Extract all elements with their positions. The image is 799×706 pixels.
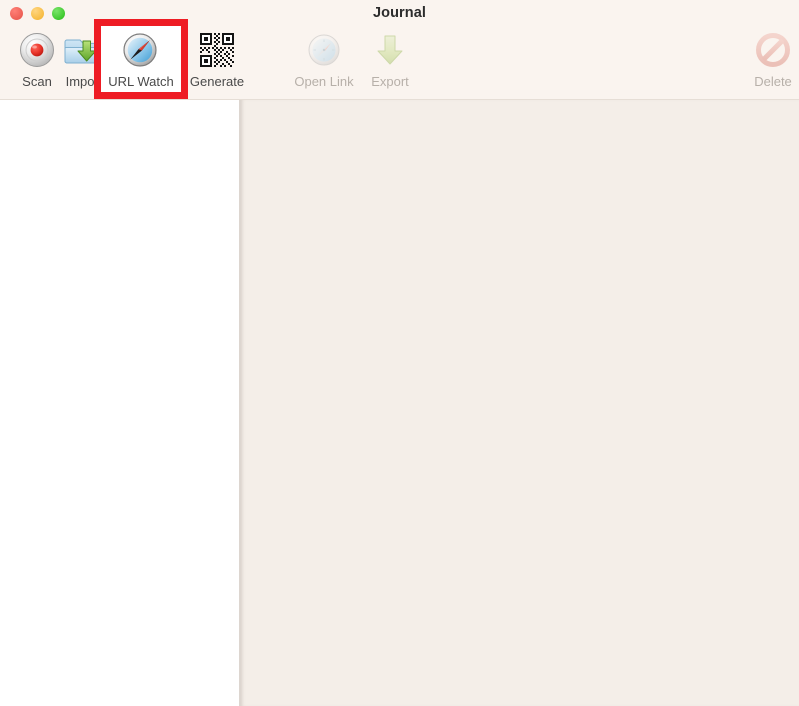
close-window-button[interactable] xyxy=(10,7,23,20)
toolbar-button-url-watch[interactable]: URL Watch xyxy=(101,26,181,96)
toolbar-label-export: Export xyxy=(371,74,409,89)
window-controls xyxy=(10,7,65,20)
toolbar-label-generate: Generate xyxy=(189,74,245,89)
toolbar-label-delete: Delete xyxy=(754,74,792,89)
folder-import-icon xyxy=(62,28,106,72)
toolbar-label-open-link: Open Link xyxy=(294,74,354,89)
safari-compass-faded-icon xyxy=(302,28,346,72)
sidebar-list-pane[interactable] xyxy=(0,100,239,706)
maximize-window-button[interactable] xyxy=(52,7,65,20)
journal-app-window: Journal Scan Import URL Watch Generate O… xyxy=(0,0,799,706)
window-title: Journal xyxy=(372,5,427,21)
toolbar-button-delete[interactable]: Delete xyxy=(736,26,799,96)
qr-code-icon xyxy=(195,28,239,72)
safari-compass-icon xyxy=(119,28,163,72)
toolbar-label-url-watch: URL Watch xyxy=(108,74,174,89)
toolbar-label-import: Import xyxy=(65,74,103,89)
toolbar-button-open-link[interactable]: Open Link xyxy=(287,26,361,96)
prohibition-icon xyxy=(751,28,795,72)
minimize-window-button[interactable] xyxy=(31,7,44,20)
toolbar-button-generate[interactable]: Generate xyxy=(180,26,254,96)
toolbar-button-export[interactable]: Export xyxy=(353,26,427,96)
toolbar-items: Scan Import URL Watch Generate Open Link… xyxy=(0,26,799,98)
main-content xyxy=(0,100,799,706)
toolbar: Journal Scan Import URL Watch Generate O… xyxy=(0,0,799,100)
down-arrow-icon xyxy=(368,28,412,72)
detail-pane[interactable] xyxy=(241,100,799,706)
